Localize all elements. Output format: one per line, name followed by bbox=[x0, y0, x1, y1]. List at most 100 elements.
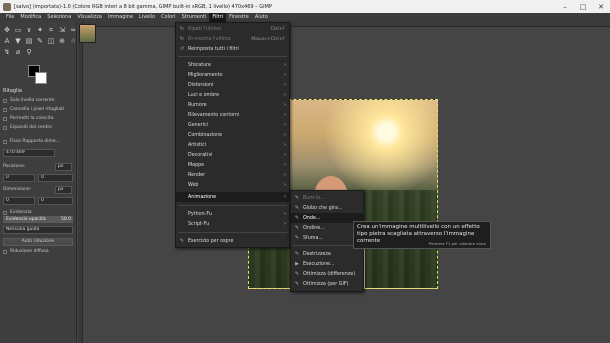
tool-options-title: Ritaglia bbox=[3, 88, 22, 94]
crop-icon[interactable]: ⌗ bbox=[46, 25, 56, 35]
size-unit-select[interactable]: px bbox=[55, 186, 72, 194]
position-unit-select[interactable]: px bbox=[55, 163, 72, 171]
check-fixed-ratio[interactable]: Fisso Rapporto dime... bbox=[3, 138, 60, 145]
bucket-fill-icon[interactable]: ▼ bbox=[13, 36, 23, 46]
size-w-field[interactable]: 0 bbox=[3, 197, 35, 205]
guides-select[interactable]: Nessuna guida bbox=[3, 226, 73, 234]
submenu-item-ottimizza-diff[interactable]: ✎ Ottimizza (differenze) bbox=[291, 269, 363, 279]
menu-filtri[interactable]: Filtri bbox=[209, 13, 227, 22]
background-color[interactable] bbox=[35, 72, 47, 84]
check-expand-center[interactable]: Espandi dal centro bbox=[3, 124, 52, 131]
submenu-arrow-icon: › bbox=[284, 162, 286, 168]
menu-finestre[interactable]: Finestre bbox=[226, 13, 252, 22]
submenu-item-burn-in[interactable]: ✎ Burn-In... bbox=[291, 193, 363, 203]
highlight-opacity-slider[interactable]: Evidenzia opacità 50.0 bbox=[3, 216, 73, 223]
position-y-field[interactable]: 0 bbox=[38, 174, 73, 182]
menu-item-web[interactable]: Web › bbox=[176, 180, 289, 190]
eraser-icon[interactable]: ◫ bbox=[46, 36, 56, 46]
rect-select-icon[interactable]: ▭ bbox=[13, 25, 23, 35]
submenu-arrow-icon: › bbox=[284, 102, 286, 108]
menu-strumenti[interactable]: Strumenti bbox=[179, 13, 210, 22]
menu-item-python-fu[interactable]: Python-Fu › bbox=[176, 209, 289, 219]
check-shrink-merged[interactable]: Riduzione diffusa bbox=[3, 248, 49, 255]
menu-colori[interactable]: Colori bbox=[158, 13, 178, 22]
script-icon: ✎ bbox=[294, 205, 300, 211]
zoom-icon[interactable]: ⚲ bbox=[24, 47, 34, 57]
submenu-item-esecuzione[interactable]: ▶ Esecuzione... bbox=[291, 259, 363, 269]
menu-item-reshow-last[interactable]: ↻ Ri-mostra l'ultimo Maiusc+Ctrl+F bbox=[176, 34, 289, 44]
filters-menu: ↻ Ripeti l'ultimo Ctrl+F ↻ Ri-mostra l'ulti… bbox=[175, 22, 290, 248]
warp-icon[interactable]: ≈ bbox=[68, 25, 78, 35]
auto-shrink-button[interactable]: Auto riduzione bbox=[3, 238, 73, 246]
menu-visualizza[interactable]: Visualizza bbox=[74, 13, 105, 22]
menu-livello[interactable]: Livello bbox=[136, 13, 158, 22]
gradient-icon[interactable]: ▤ bbox=[24, 36, 34, 46]
smudge-icon[interactable]: ☝ bbox=[68, 36, 78, 46]
menu-seleziona[interactable]: Seleziona bbox=[44, 13, 74, 22]
menu-item-script-fu[interactable]: Script-Fu › bbox=[176, 219, 289, 229]
size-h-field[interactable]: 0 bbox=[38, 197, 73, 205]
menu-item-generici[interactable]: Generici › bbox=[176, 120, 289, 130]
menu-item-animazione[interactable]: Animazione › bbox=[176, 192, 289, 202]
submenu-arrow-icon: › bbox=[284, 211, 286, 217]
ratio-field[interactable]: 470:469 bbox=[3, 149, 55, 157]
menu-item-reset-filters[interactable]: ↺ Reimposta tutti i filtri bbox=[176, 44, 289, 54]
color-picker-icon[interactable]: ⌀ bbox=[13, 47, 23, 57]
window-controls: – □ ✕ bbox=[556, 0, 610, 13]
move-icon[interactable]: ✥ bbox=[2, 25, 12, 35]
menu-item-luci-ombre[interactable]: Luci e ombre › bbox=[176, 90, 289, 100]
menu-immagine[interactable]: Immagine bbox=[105, 13, 136, 22]
vertical-ruler bbox=[78, 22, 83, 343]
position-x-field[interactable]: 0 bbox=[3, 174, 35, 182]
submenu-item-destrizzeza[interactable]: ✎ Destrizzeza bbox=[291, 249, 363, 259]
size-label: Dimensione: bbox=[3, 187, 32, 192]
menu-separator bbox=[293, 245, 361, 246]
menu-aiuto[interactable]: Aiuto bbox=[252, 13, 271, 22]
submenu-arrow-icon: › bbox=[284, 182, 286, 188]
tooltip-hint: Premere F1 per ulteriore aiuto bbox=[428, 241, 486, 246]
clone-icon[interactable]: ⊕ bbox=[57, 36, 67, 46]
submenu-item-ottimizza-gif[interactable]: ✎ Ottimizza (per GIF) bbox=[291, 279, 363, 289]
check-highlight[interactable]: Evidenzia bbox=[3, 209, 32, 216]
minimize-button[interactable]: – bbox=[556, 0, 574, 13]
check-delete-pixels[interactable]: Cancella i pixel ritagliati bbox=[3, 106, 64, 113]
script-icon: ✎ bbox=[294, 225, 300, 231]
menu-item-artistici[interactable]: Artistici › bbox=[176, 140, 289, 150]
menu-item-rumore[interactable]: Rumore › bbox=[176, 100, 289, 110]
paintbrush-icon[interactable]: ✎ bbox=[35, 36, 45, 46]
fuzzy-select-icon[interactable]: ✦ bbox=[35, 25, 45, 35]
unified-transform-icon[interactable]: ⇲ bbox=[57, 25, 67, 35]
menu-item-repeat-last[interactable]: ↻ Ripeti l'ultimo Ctrl+F bbox=[176, 24, 289, 34]
menu-item-sfocature[interactable]: Sfocature › bbox=[176, 60, 289, 70]
menu-item-miglioramento[interactable]: Miglioramento › bbox=[176, 70, 289, 80]
menu-item-rilevamento-contorni[interactable]: Rilevamento contorni › bbox=[176, 110, 289, 120]
menu-item-decorativi[interactable]: Decorativi › bbox=[176, 150, 289, 160]
check-allow-growing[interactable]: Permetti la crescita bbox=[3, 115, 53, 122]
image-thumbnail[interactable] bbox=[79, 24, 96, 43]
submenu-arrow-icon: › bbox=[284, 142, 286, 148]
check-current-layer[interactable]: Solo livello corrente bbox=[3, 97, 55, 104]
submenu-arrow-icon: › bbox=[284, 62, 286, 68]
menu-file[interactable]: File bbox=[3, 13, 17, 22]
window-titlebar: [salvo] (importata)-1.0 (Colore RGB inte… bbox=[0, 0, 610, 13]
menu-item-combinazione[interactable]: Combinazione › bbox=[176, 130, 289, 140]
script-icon: ✎ bbox=[179, 238, 185, 244]
script-icon: ✎ bbox=[294, 235, 300, 241]
menu-modifica[interactable]: Modifica bbox=[17, 13, 44, 22]
lasso-icon[interactable]: ɤ bbox=[24, 25, 34, 35]
menu-item-mappe[interactable]: Mappe › bbox=[176, 160, 289, 170]
position-label: Posizione: bbox=[3, 164, 26, 169]
menu-item-render[interactable]: Render › bbox=[176, 170, 289, 180]
color-swatches[interactable] bbox=[28, 65, 48, 85]
menu-item-distorsioni[interactable]: Distorsioni › bbox=[176, 80, 289, 90]
menu-item-esercizio[interactable]: ✎ Esercizio per ospre bbox=[176, 236, 289, 246]
path-icon[interactable]: ↯ bbox=[2, 47, 12, 57]
maximize-button[interactable]: □ bbox=[574, 0, 592, 13]
close-button[interactable]: ✕ bbox=[592, 0, 610, 13]
submenu-item-globo[interactable]: ✎ Globo che gira... bbox=[291, 203, 363, 213]
text-icon[interactable]: A bbox=[2, 36, 12, 46]
submenu-arrow-icon: › bbox=[284, 72, 286, 78]
play-icon: ▶ bbox=[295, 261, 299, 267]
tool-grid: ✥ ▭ ɤ ✦ ⌗ ⇲ ≈ A ▼ ▤ ✎ ◫ ⊕ ☝ ↯ ⌀ ⚲ bbox=[2, 25, 77, 57]
submenu-arrow-icon: › bbox=[284, 132, 286, 138]
